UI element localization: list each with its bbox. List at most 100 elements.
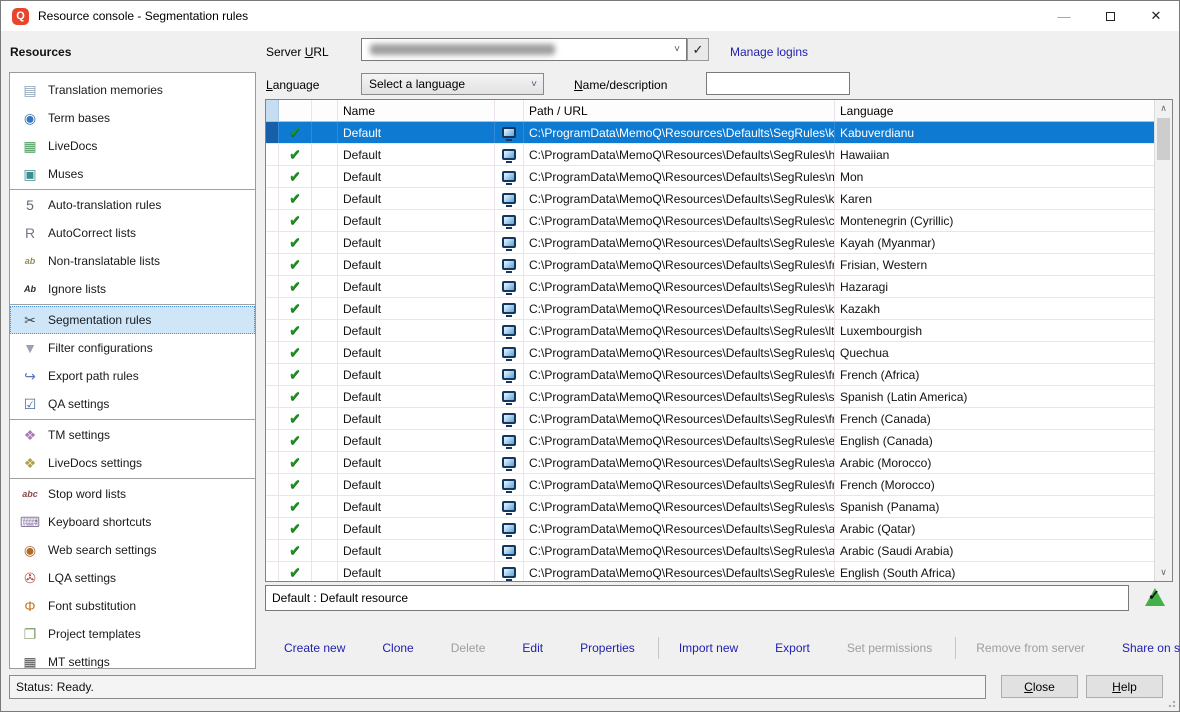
close-window-button[interactable]: ✕ [1133,1,1179,31]
local-computer-icon [502,369,516,380]
table-row[interactable]: ✔DefaultC:\ProgramData\MemoQ\Resources\D… [266,210,1154,232]
edit-button[interactable]: Edit [522,641,543,655]
table-row[interactable]: ✔DefaultC:\ProgramData\MemoQ\Resources\D… [266,430,1154,452]
close-button[interactable]: Close [1001,675,1078,698]
server-connect-button[interactable]: ✓ [687,38,709,61]
scroll-down-icon[interactable]: ∨ [1155,564,1172,581]
row-pin-cell [312,210,338,231]
sidebar-item-stop-word-lists[interactable]: abcStop word lists [10,480,255,508]
local-computer-icon [502,501,516,512]
minimize-button[interactable]: — [1041,1,1087,31]
sidebar-item-mt-settings[interactable]: ▦MT settings [10,648,255,669]
row-selection-cell [266,518,279,539]
sidebar-item-non-translatable-lists[interactable]: abNon-translatable lists [10,247,255,275]
row-selection-cell [266,430,279,451]
selection-column-header[interactable] [266,100,279,121]
table-row[interactable]: ✔DefaultC:\ProgramData\MemoQ\Resources\D… [266,496,1154,518]
clone-button[interactable]: Clone [382,641,413,655]
table-row[interactable]: ✔DefaultC:\ProgramData\MemoQ\Resources\D… [266,320,1154,342]
chevron-down-icon[interactable]: ˅ [674,44,680,55]
location-column-header[interactable] [495,100,524,121]
sidebar-item-term-bases[interactable]: ◉Term bases [10,104,255,132]
sidebar-item-project-templates[interactable]: ❐Project templates [10,620,255,648]
sidebar-item-autocorrect-lists[interactable]: RAutoCorrect lists [10,219,255,247]
row-location-cell [495,298,524,319]
resource-description-field[interactable]: Default : Default resource [265,585,1129,611]
row-location-cell [495,342,524,363]
vertical-scrollbar[interactable]: ∧ ∨ [1154,100,1172,581]
enabled-check-icon: ✔ [289,542,301,559]
row-location-cell [495,408,524,429]
table-row[interactable]: ✔DefaultC:\ProgramData\MemoQ\Resources\D… [266,474,1154,496]
scroll-up-icon[interactable]: ∧ [1155,100,1172,117]
row-name-cell: Default [338,166,495,187]
table-row[interactable]: ✔DefaultC:\ProgramData\MemoQ\Resources\D… [266,562,1154,581]
row-path-cell: C:\ProgramData\MemoQ\Resources\Defaults\… [524,430,835,451]
table-row[interactable]: ✔DefaultC:\ProgramData\MemoQ\Resources\D… [266,232,1154,254]
sidebar-item-muses[interactable]: ▣Muses [10,160,255,188]
sidebar-item-ignore-lists[interactable]: AbIgnore lists [10,275,255,303]
sidebar-item-segmentation-rules[interactable]: ✂Segmentation rules [10,306,255,334]
name-column-header[interactable]: Name [338,100,495,121]
sidebar-item-filter-configurations[interactable]: ▼Filter configurations [10,334,255,362]
sidebar-item-livedocs-settings[interactable]: ❖LiveDocs settings [10,449,255,477]
table-row[interactable]: ✔DefaultC:\ProgramData\MemoQ\Resources\D… [266,364,1154,386]
enabled-check-icon: ✔ [289,278,301,295]
language-column-header[interactable]: Language [835,100,1154,121]
enabled-check-icon: ✔ [289,322,301,339]
sidebar-item-lqa-settings[interactable]: ✇LQA settings [10,564,255,592]
import-new-button[interactable]: Import new [679,641,738,655]
enabled-check-icon: ✔ [289,146,301,163]
sidebar-item-auto-translation-rules[interactable]: 5Auto-translation rules [10,191,255,219]
sidebar-separator [10,419,255,420]
share-on-server-button[interactable]: Share on server [1122,641,1180,655]
sidebar-item-label: MT settings [48,655,110,669]
row-selection-cell [266,320,279,341]
local-computer-icon [502,215,516,226]
sidebar-item-label: Term bases [48,111,110,125]
edit-description-button[interactable]: ✓ [1144,586,1166,606]
lqa-settings-icon: ✇ [19,570,41,587]
table-row[interactable]: ✔DefaultC:\ProgramData\MemoQ\Resources\D… [266,144,1154,166]
name-description-input[interactable] [706,72,850,95]
keyboard-shortcuts-icon: ⌨ [19,514,41,531]
table-row[interactable]: ✔DefaultC:\ProgramData\MemoQ\Resources\D… [266,342,1154,364]
sidebar-item-tm-settings[interactable]: ❖TM settings [10,421,255,449]
table-row[interactable]: ✔DefaultC:\ProgramData\MemoQ\Resources\D… [266,452,1154,474]
pin-column-header[interactable] [312,100,338,121]
path-column-header[interactable]: Path / URL [524,100,835,121]
sidebar-item-keyboard-shortcuts[interactable]: ⌨Keyboard shortcuts [10,508,255,536]
manage-logins-link[interactable]: Manage logins [730,45,808,59]
sidebar-item-translation-memories[interactable]: ▤Translation memories [10,76,255,104]
create-new-button[interactable]: Create new [284,641,345,655]
sidebar-item-font-substitution[interactable]: ΦFont substitution [10,592,255,620]
table-row[interactable]: ✔DefaultC:\ProgramData\MemoQ\Resources\D… [266,408,1154,430]
table-row[interactable]: ✔DefaultC:\ProgramData\MemoQ\Resources\D… [266,122,1154,144]
sidebar-item-export-path-rules[interactable]: ↪Export path rules [10,362,255,390]
row-pin-cell [312,166,338,187]
sidebar-item-livedocs[interactable]: ▦LiveDocs [10,132,255,160]
table-row[interactable]: ✔DefaultC:\ProgramData\MemoQ\Resources\D… [266,188,1154,210]
properties-button[interactable]: Properties [580,641,635,655]
row-name-cell: Default [338,430,495,451]
table-row[interactable]: ✔DefaultC:\ProgramData\MemoQ\Resources\D… [266,276,1154,298]
help-button[interactable]: Help [1086,675,1163,698]
scrollbar-thumb[interactable] [1157,118,1170,160]
server-url-combobox[interactable]: ˅ [361,38,687,61]
maximize-button[interactable] [1087,1,1133,31]
sidebar-item-web-search-settings[interactable]: ◉Web search settings [10,536,255,564]
table-row[interactable]: ✔DefaultC:\ProgramData\MemoQ\Resources\D… [266,254,1154,276]
table-row[interactable]: ✔DefaultC:\ProgramData\MemoQ\Resources\D… [266,540,1154,562]
table-row[interactable]: ✔DefaultC:\ProgramData\MemoQ\Resources\D… [266,166,1154,188]
table-row[interactable]: ✔DefaultC:\ProgramData\MemoQ\Resources\D… [266,386,1154,408]
enabled-check-icon: ✔ [289,124,301,141]
enabled-column-header[interactable] [279,100,312,121]
table-row[interactable]: ✔DefaultC:\ProgramData\MemoQ\Resources\D… [266,298,1154,320]
language-select[interactable]: Select a language ˅ [361,73,544,95]
livedocs-icon: ▦ [19,138,41,155]
table-row[interactable]: ✔DefaultC:\ProgramData\MemoQ\Resources\D… [266,518,1154,540]
export-button[interactable]: Export [775,641,810,655]
sidebar-item-qa-settings[interactable]: ☑QA settings [10,390,255,418]
row-language-cell: English (South Africa) [835,562,1154,581]
resize-grip[interactable] [1166,698,1176,708]
